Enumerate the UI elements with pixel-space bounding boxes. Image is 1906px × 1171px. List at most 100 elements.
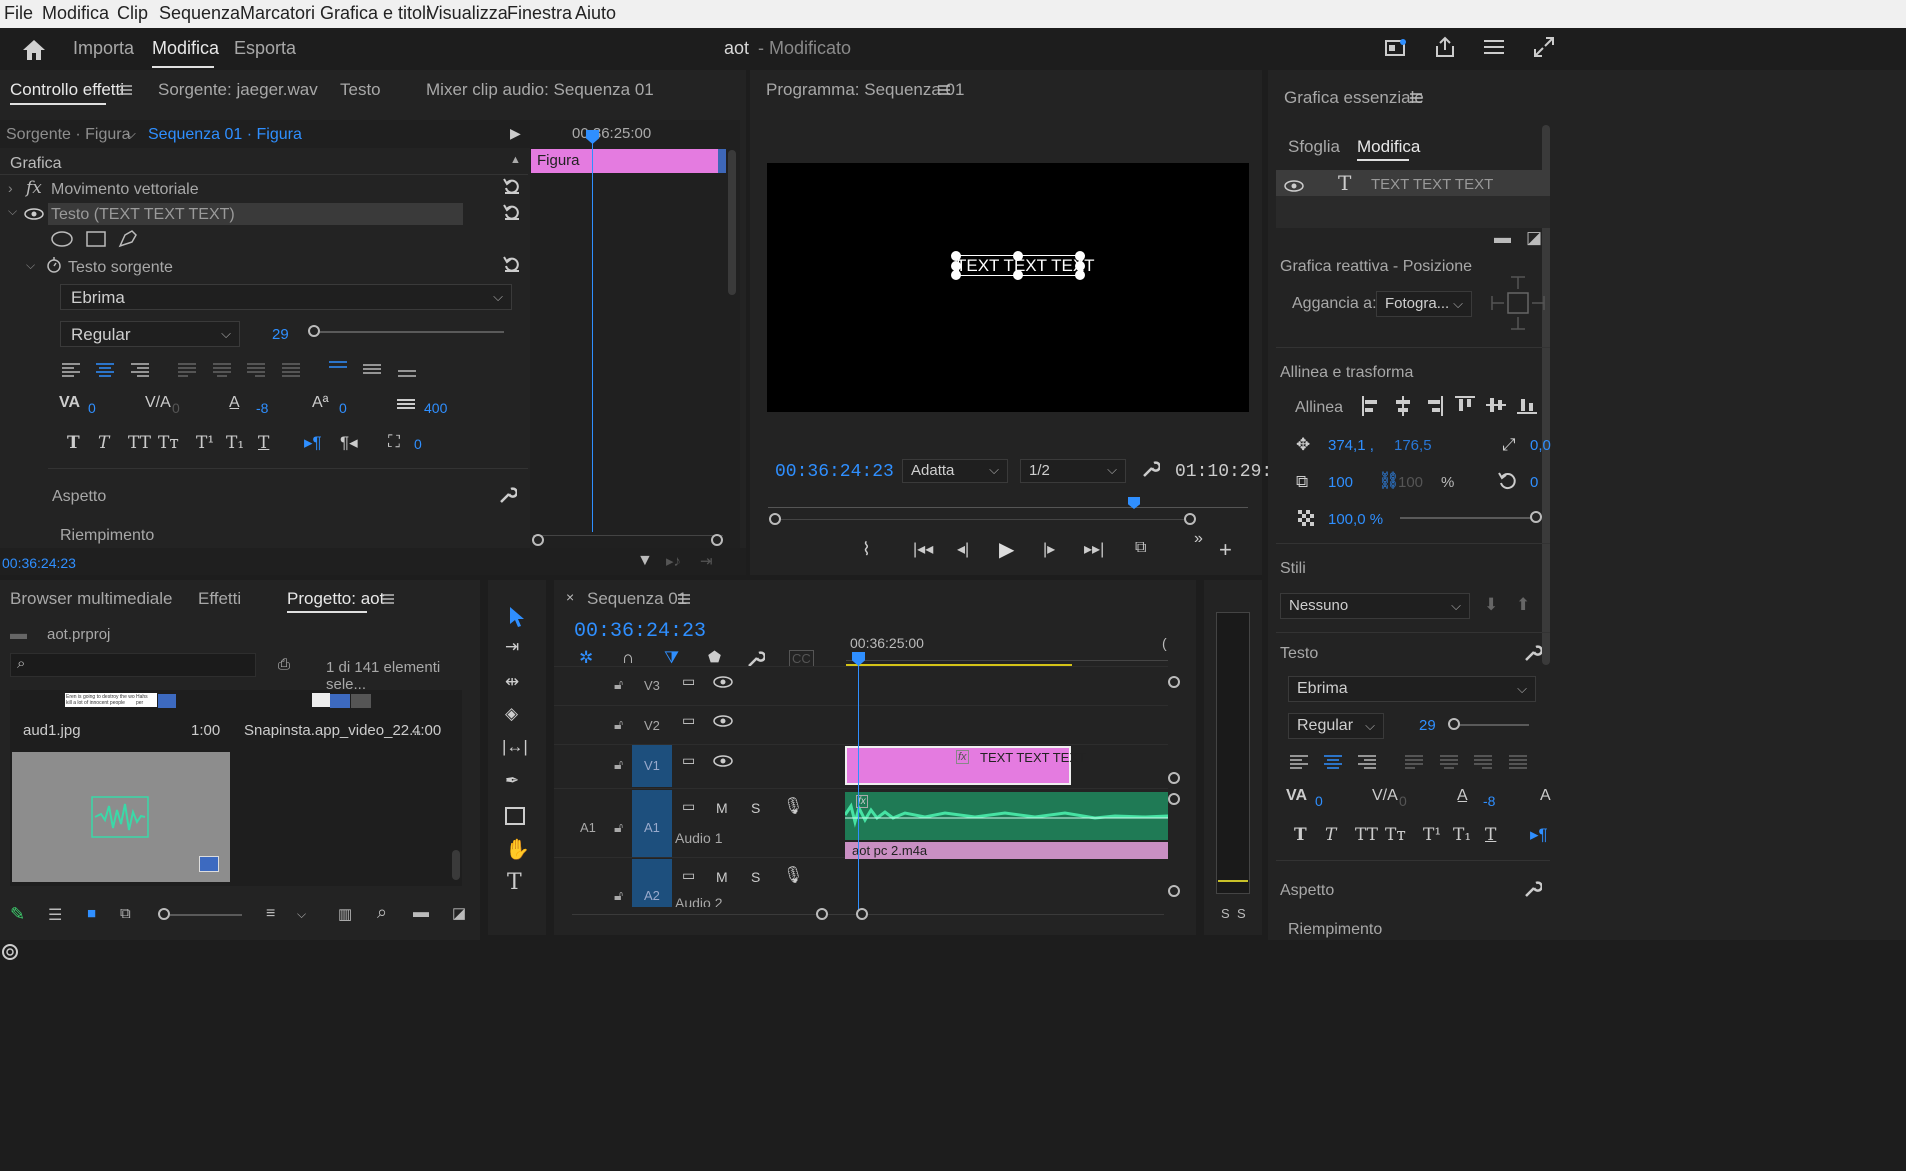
panel-menu-icon[interactable] [1410,93,1422,103]
solo-left-button[interactable]: S [1221,906,1230,921]
zoom-handle-right[interactable] [856,908,868,920]
menu-clip[interactable]: Clip [117,3,148,24]
pen-mask-icon[interactable] [117,228,139,248]
menu-edit[interactable]: Modifica [42,3,109,24]
play-icon[interactable]: ▶ [999,537,1014,562]
wrench-icon[interactable] [499,486,517,504]
resolution-dropdown[interactable]: 1/2 ⌵ [1020,459,1126,483]
small-caps-icon[interactable]: Tт [1385,825,1406,845]
share-icon[interactable] [1434,36,1456,58]
lock-icon[interactable]: 🔓︎ [614,887,623,904]
font-size-value[interactable]: 29 [1419,717,1436,734]
thumb-size-slider-knob[interactable] [158,908,170,920]
bbox-handle-br[interactable] [1075,270,1085,280]
align-horizontal-center-icon[interactable] [1394,396,1412,416]
track-v3-label[interactable]: V3 [644,678,660,693]
add-marker-icon[interactable]: ⌇ [862,539,871,560]
source-patch-a1[interactable]: A1 [580,820,596,835]
faux-italic-icon[interactable]: T [1325,825,1336,845]
font-size-value[interactable]: 29 [272,326,289,343]
timeline-playhead[interactable] [858,660,859,912]
justify-left-icon[interactable] [1405,754,1423,770]
justify-all-icon[interactable] [1509,754,1527,770]
wrench-icon[interactable] [1524,644,1542,662]
timeline-timecode[interactable]: 00:36:24:23 [574,620,706,643]
align-left-icon[interactable] [1290,754,1308,770]
track-select-tool-icon[interactable]: ⇥ [505,637,519,657]
item-name[interactable]: aud1.jpg [23,722,81,739]
tab-browse[interactable]: Sfoglia [1288,137,1340,157]
subscript-icon[interactable]: T₁ [226,433,244,453]
sync-lock-icon[interactable]: ▭ [682,752,695,769]
opacity-slider[interactable] [1400,517,1536,519]
collapse-up-icon[interactable]: ▲ [510,154,521,166]
reset-icon[interactable] [503,177,521,195]
scale-value[interactable]: 100 [1328,474,1353,491]
zoom-handle-left[interactable] [816,908,828,920]
hand-tool-icon[interactable]: ✋ [505,837,530,862]
kerning-value[interactable]: 0 [1315,793,1323,809]
filter-icon[interactable]: ▼ [637,552,653,570]
close-icon[interactable]: × [566,589,574,605]
align-right-icon[interactable] [131,362,149,378]
creative-cloud-icon[interactable] [2,944,18,960]
canvas-text[interactable]: TEXT TEXT TEXT [956,256,1095,276]
new-bin-from-search-icon[interactable]: ⎙ [278,656,290,673]
new-bin-icon[interactable]: ▬ [413,904,429,922]
scale-secondary[interactable]: 100 [1398,474,1423,491]
program-zoom-bar[interactable] [774,519,1192,520]
underline-icon[interactable]: T [258,433,269,453]
add-button-icon[interactable]: + [1219,537,1232,563]
export-frame-icon[interactable]: ⧉ [1135,539,1146,557]
effect-playhead[interactable] [592,132,593,532]
tsume-value[interactable]: 0 [414,436,422,452]
thumb-size-slider[interactable] [170,914,242,916]
rtl-text-icon[interactable]: ¶◂ [340,433,358,453]
font-size-slider[interactable] [310,331,504,333]
captions-icon[interactable]: CC [789,650,814,667]
chevron-down-icon[interactable]: ⌵ [126,126,136,142]
razor-tool-icon[interactable]: ◈ [505,704,518,724]
nest-sequence-icon[interactable]: ✲ [579,648,593,668]
mute-button[interactable]: M [716,800,728,816]
tab-import[interactable]: Importa [73,38,134,59]
rectangle-mask-icon[interactable] [85,230,107,248]
workspaces-icon[interactable] [1483,38,1505,56]
linked-selection-icon[interactable]: ⧩ [664,648,679,668]
small-caps-icon[interactable]: Tт [158,433,179,453]
underline-icon[interactable]: T [1485,825,1496,845]
sort-icon[interactable]: ≡ [266,905,275,923]
align-bottom-text-icon[interactable] [398,367,416,379]
align-bottom-edges-icon[interactable] [1517,396,1537,414]
link-icon[interactable]: ⛓ [1378,471,1400,491]
ellipse-mask-icon[interactable] [50,230,74,248]
chevron-down-icon[interactable]: ⌵ [297,907,306,922]
align-vertical-center-icon[interactable] [1486,396,1506,414]
slip-tool-icon[interactable]: |↔| [502,737,528,757]
align-center-icon[interactable] [1324,754,1342,770]
ltr-text-icon[interactable]: ▸¶ [1530,825,1548,845]
track-v2-label[interactable]: V2 [644,718,660,733]
tab-edit[interactable]: Modifica [152,38,219,59]
justify-left-icon[interactable] [178,362,196,378]
eye-icon[interactable] [713,676,733,688]
automate-to-sequence-icon[interactable]: ▥ [338,905,352,923]
audio-only-icon[interactable]: ▸♪ [666,552,681,570]
program-timecode[interactable]: 00:36:24:23 [775,462,894,482]
superscript-icon[interactable]: T¹ [196,433,214,453]
item-name[interactable]: Snapinsta.app_video_22... [244,722,422,739]
search-icon[interactable]: ⌕ [377,902,387,923]
tracking-value[interactable]: 0 [1399,793,1407,809]
sync-lock-icon[interactable]: ▭ [682,798,695,815]
align-left-icon[interactable] [62,362,80,378]
effect-scrollbar[interactable] [728,150,736,295]
mark-out-icon[interactable]: ▸▸| [1084,539,1104,559]
zoom-handle-right[interactable] [1184,513,1196,525]
folder-icon[interactable]: ▬ [1494,228,1511,248]
menu-markers[interactable]: Marcatori [240,3,315,24]
position-y[interactable]: 176,5 [1394,437,1432,454]
horizontal-scrollbar[interactable] [572,914,1164,915]
mute-button[interactable]: M [716,869,728,885]
eye-icon[interactable] [24,208,44,220]
push-style-down-icon[interactable]: ⬇ [1484,595,1498,615]
